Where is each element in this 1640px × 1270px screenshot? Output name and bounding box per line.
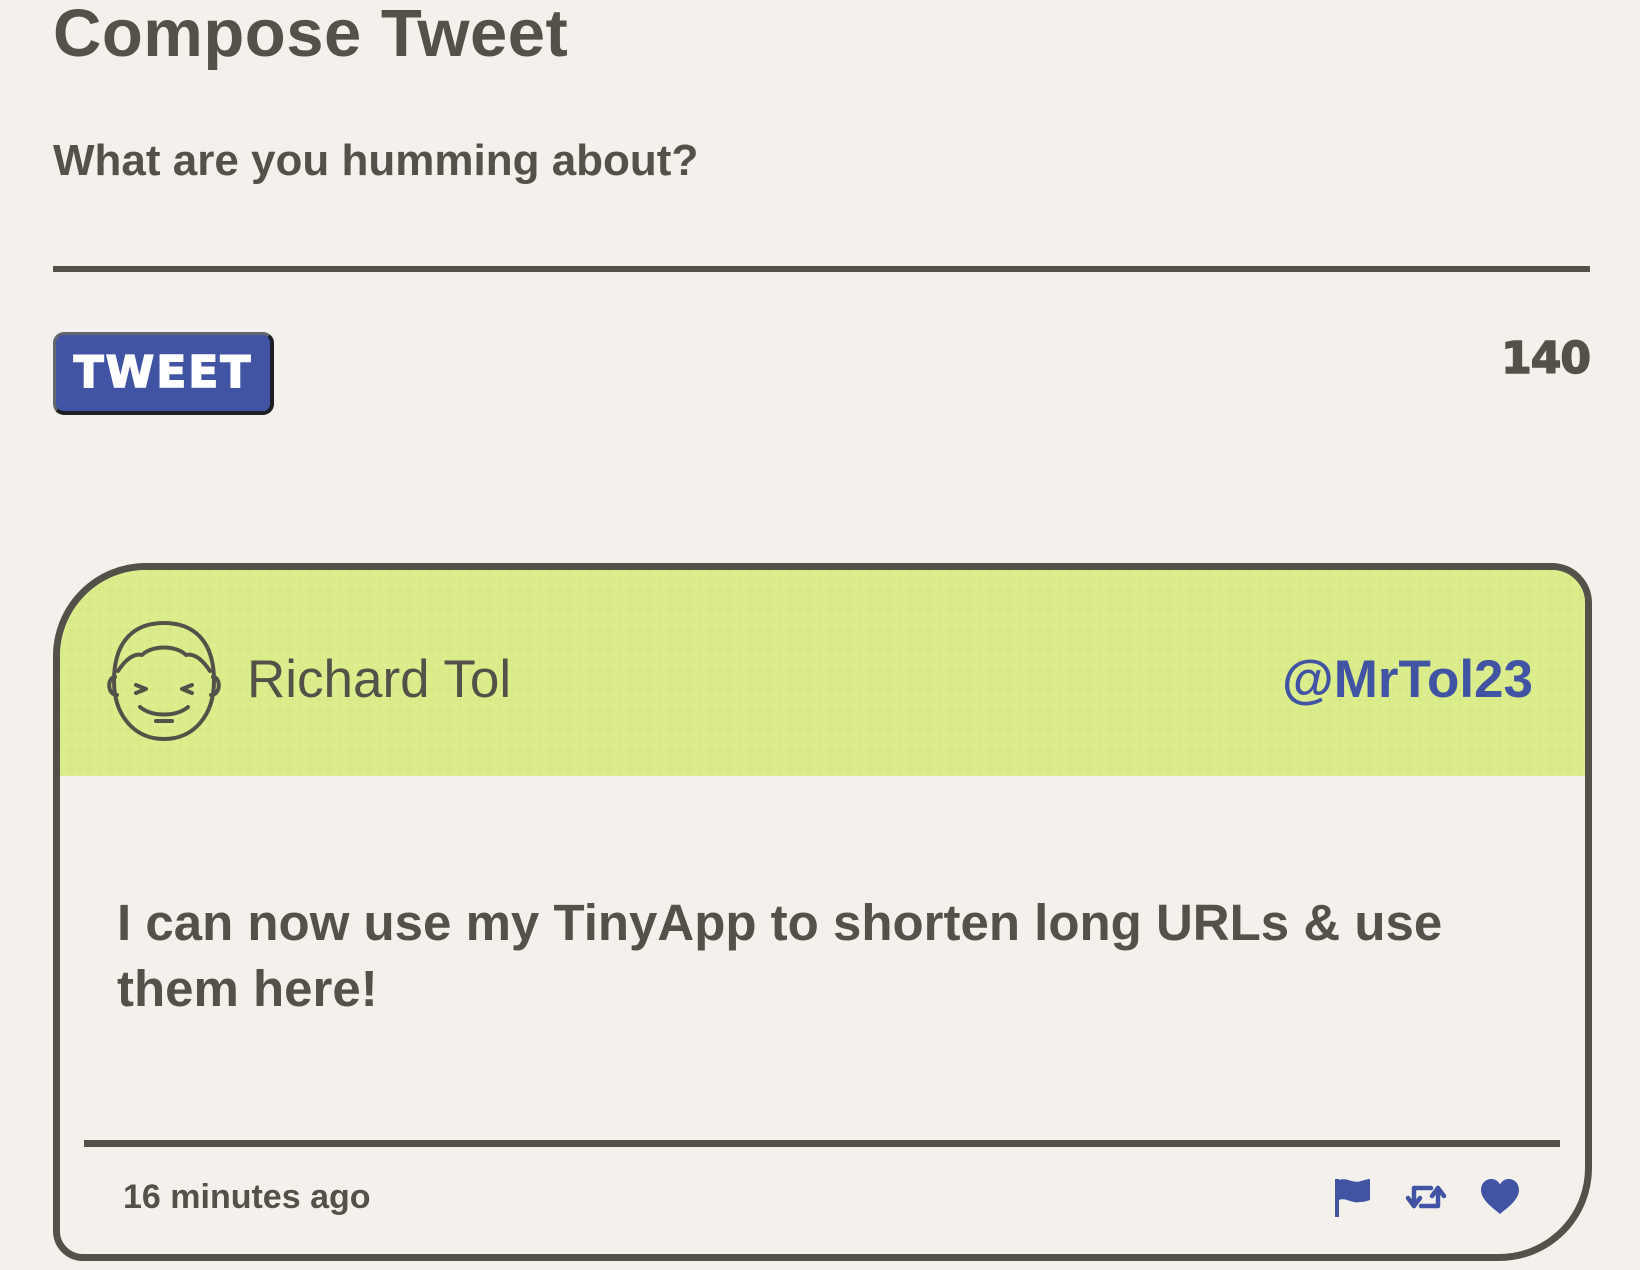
smiling-face-avatar-icon (104, 615, 224, 745)
heart-icon[interactable] (1479, 1176, 1521, 1218)
compose-label: What are you humming about? (53, 136, 699, 185)
tweet-button[interactable]: TWEET (53, 332, 274, 415)
tweet-text-input[interactable] (53, 200, 1590, 272)
author-name: Richard Tol (247, 650, 512, 709)
author-handle[interactable]: @MrTol23 (1282, 648, 1533, 712)
tweet-actions (1299, 1175, 1521, 1219)
flag-icon[interactable] (1331, 1176, 1373, 1218)
character-counter: 140 (1500, 332, 1591, 385)
tweet-content: I can now use my TinyApp to shorten long… (117, 894, 1443, 1017)
page-title: Compose Tweet (53, 0, 569, 71)
tweet-divider (84, 1140, 1560, 1147)
retweet-icon[interactable] (1405, 1176, 1447, 1218)
tweet-header: Richard Tol @MrTol23 (60, 570, 1585, 776)
tweet-timestamp: 16 minutes ago (123, 1178, 371, 1216)
tweet-card: Richard Tol @MrTol23 I can now use my Ti… (53, 563, 1592, 1261)
